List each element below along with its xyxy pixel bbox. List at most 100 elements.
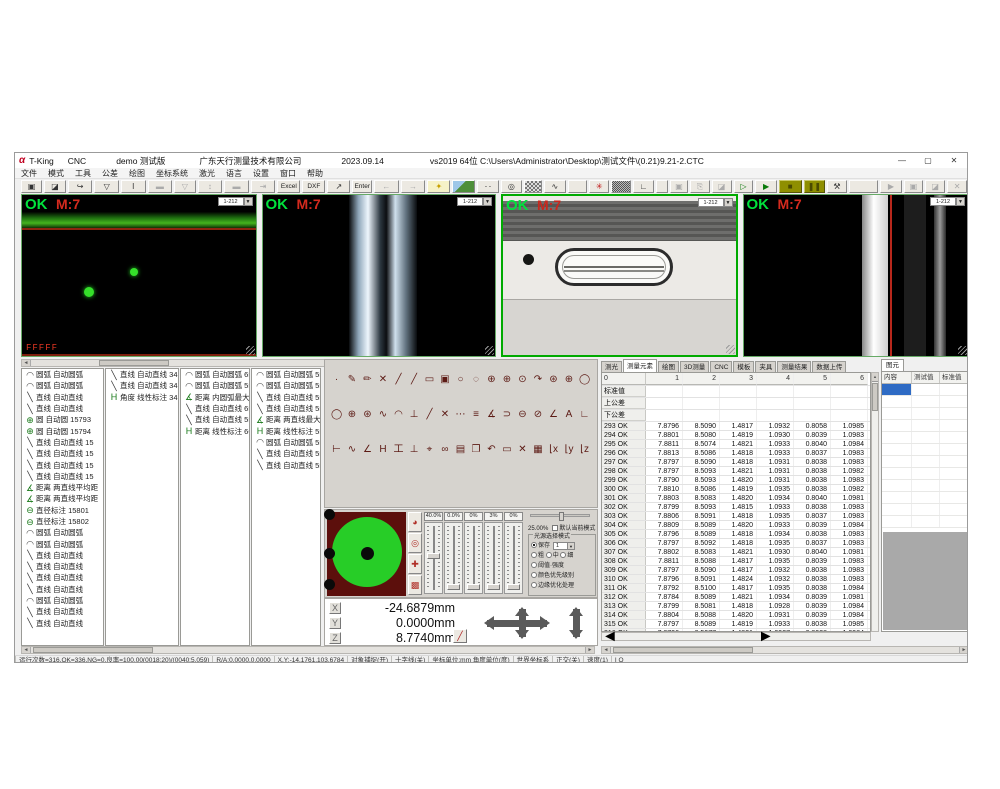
light-slider-thumb[interactable]: [467, 584, 480, 590]
cell[interactable]: [940, 396, 968, 407]
cell[interactable]: 0.8040: [794, 548, 831, 556]
scroll-right-icon[interactable]: ►: [585, 647, 594, 653]
toolbar-button[interactable]: ▷: [734, 180, 754, 193]
cell[interactable]: 1.4820: [720, 611, 757, 619]
cell[interactable]: [720, 398, 757, 409]
toolbar-button[interactable]: ∟: [633, 180, 654, 193]
cell[interactable]: [882, 456, 912, 467]
measure-tool-icon[interactable]: 工: [393, 444, 404, 456]
cell[interactable]: 0.8037: [794, 539, 831, 547]
measure-tool-icon[interactable]: ◌: [471, 374, 482, 386]
feature-item[interactable]: ∡ 距离 两直线最大距: [252, 414, 320, 425]
radio-fine[interactable]: [560, 552, 566, 558]
table-row[interactable]: 297 OK 7.8797 8.5090 1.4818 1.0931 0.803…: [602, 458, 870, 467]
row-label[interactable]: 294 OK: [602, 431, 646, 439]
menu-item[interactable]: 帮助: [307, 168, 323, 179]
cell[interactable]: 0.8038: [794, 575, 831, 583]
measure-tool-icon[interactable]: ⌊z: [579, 444, 590, 456]
scroll-left-icon[interactable]: ◄: [22, 360, 31, 366]
feature-item[interactable]: ╲ 直线 自动直线: [22, 550, 103, 561]
cell[interactable]: [882, 444, 912, 455]
toolbar-button[interactable]: →: [401, 180, 426, 193]
feature-item[interactable]: ╲ 直线 自动直线 65: [181, 403, 249, 414]
cell[interactable]: 7.8801: [646, 431, 683, 439]
feature-item[interactable]: ∡ 距离 两直线平均距: [22, 482, 103, 493]
table-row[interactable]: 306 OK 7.8797 8.5092 1.4818 1.0935 0.803…: [602, 539, 870, 548]
cell[interactable]: 7.8809: [646, 521, 683, 529]
light-slider-track[interactable]: [464, 522, 483, 594]
toolbar-button[interactable]: ✕: [947, 180, 967, 193]
zoom-slider[interactable]: [530, 514, 590, 517]
cell[interactable]: [882, 432, 912, 443]
measure-tool-icon[interactable]: ↶: [486, 444, 497, 456]
measure-tool-icon[interactable]: ∠: [362, 444, 373, 456]
cell[interactable]: 1.0932: [757, 575, 794, 583]
measure-tool-icon[interactable]: ✏: [362, 374, 373, 386]
feature-item[interactable]: ╲ 直线 自动直线 34: [106, 369, 178, 380]
cell[interactable]: 1.0981: [831, 548, 868, 556]
feature-item[interactable]: ◠ 圆弧 自动圆弧: [22, 380, 103, 391]
cell[interactable]: 1.0984: [831, 611, 868, 619]
cell[interactable]: [940, 444, 968, 455]
measure-tool-icon[interactable]: ▭: [424, 374, 435, 386]
cell[interactable]: [831, 386, 868, 397]
cell[interactable]: 8.5090: [683, 458, 720, 466]
cell[interactable]: 7.8796: [646, 530, 683, 538]
feature-item[interactable]: ╲ 直线 自动直线 55: [181, 414, 249, 425]
table-row[interactable]: 312 OK 7.8784 8.5089 1.4821 1.0934 0.803…: [602, 593, 870, 602]
toolbar-button[interactable]: ▽: [174, 180, 195, 193]
cell[interactable]: [940, 516, 968, 527]
cell[interactable]: 1.0983: [831, 431, 868, 439]
measure-tool-icon[interactable]: ◯: [579, 374, 590, 386]
table-row[interactable]: 300 OK 7.8810 8.5086 1.4819 1.0935 0.803…: [602, 485, 870, 494]
cell[interactable]: 8.5092: [683, 539, 720, 547]
measure-tool-icon[interactable]: ╱: [424, 409, 435, 421]
menu-item[interactable]: 坐标系统: [156, 168, 188, 179]
feature-item[interactable]: ╲ 直线 自动直线 55: [252, 403, 320, 414]
grid-header-cell[interactable]: 3: [720, 373, 757, 385]
row-label[interactable]: 298 OK: [602, 467, 646, 475]
cell[interactable]: 7.8811: [646, 557, 683, 565]
table-row[interactable]: 301 OK 7.8803 8.5083 1.4820 1.0934 0.804…: [602, 494, 870, 503]
measure-tool-icon[interactable]: ≡: [471, 409, 482, 421]
results-tab[interactable]: CNC: [710, 361, 732, 372]
radio-edge[interactable]: [531, 582, 537, 588]
measure-tool-icon[interactable]: ∞: [440, 444, 451, 456]
light-slider[interactable]: 40.0%: [424, 512, 443, 596]
cell[interactable]: [882, 492, 912, 503]
cell[interactable]: 8.5088: [683, 557, 720, 565]
row-label[interactable]: 313 OK: [602, 602, 646, 610]
row-label[interactable]: 299 OK: [602, 476, 646, 484]
bottom-hscrollbar-right[interactable]: ◄ ►: [601, 646, 968, 654]
feature-item[interactable]: H 距离 线性标注 66: [181, 425, 249, 436]
cell[interactable]: 1.4815: [720, 503, 757, 511]
toolbar-button[interactable]: ↪: [68, 180, 93, 193]
cell[interactable]: 1.4818: [720, 602, 757, 610]
feature-item[interactable]: ⊖ 直径标注 15802: [22, 516, 103, 527]
row-label[interactable]: 上公差: [602, 398, 646, 409]
light-slider-thumb[interactable]: [447, 584, 460, 590]
feature-item[interactable]: ◠ 圆弧 自动圆弧: [22, 595, 103, 606]
cell[interactable]: [882, 420, 912, 431]
cell[interactable]: 8.5086: [683, 485, 720, 493]
measure-tool-icon[interactable]: ∿: [347, 444, 358, 456]
measure-tool-icon[interactable]: ✕: [440, 409, 451, 421]
cell[interactable]: 0.8039: [794, 593, 831, 601]
row-label[interactable]: 301 OK: [602, 494, 646, 502]
cell[interactable]: [882, 408, 912, 419]
toolbar-button[interactable]: ▶: [880, 180, 901, 193]
radio-mid[interactable]: [546, 552, 552, 558]
cell[interactable]: 7.8811: [646, 440, 683, 448]
cell[interactable]: [940, 456, 968, 467]
cell[interactable]: [882, 516, 912, 527]
light-mode-icon[interactable]: ◕: [408, 512, 422, 532]
camera-zoom-select[interactable]: 1-212 ▼: [457, 197, 492, 206]
feature-item[interactable]: ⊕ 圆 自动圆 15793: [22, 414, 103, 425]
cell[interactable]: 1.4821: [720, 440, 757, 448]
cell[interactable]: [882, 480, 912, 491]
table-row[interactable]: 309 OK 7.8797 8.5090 1.4817 1.0932 0.803…: [602, 566, 870, 575]
table-row[interactable]: 303 OK 7.8806 8.5091 1.4818 1.0935 0.803…: [602, 512, 870, 521]
light-mode-icon[interactable]: ◎: [408, 533, 422, 553]
cell[interactable]: 1.0983: [831, 557, 868, 565]
cell[interactable]: 7.8799: [646, 602, 683, 610]
